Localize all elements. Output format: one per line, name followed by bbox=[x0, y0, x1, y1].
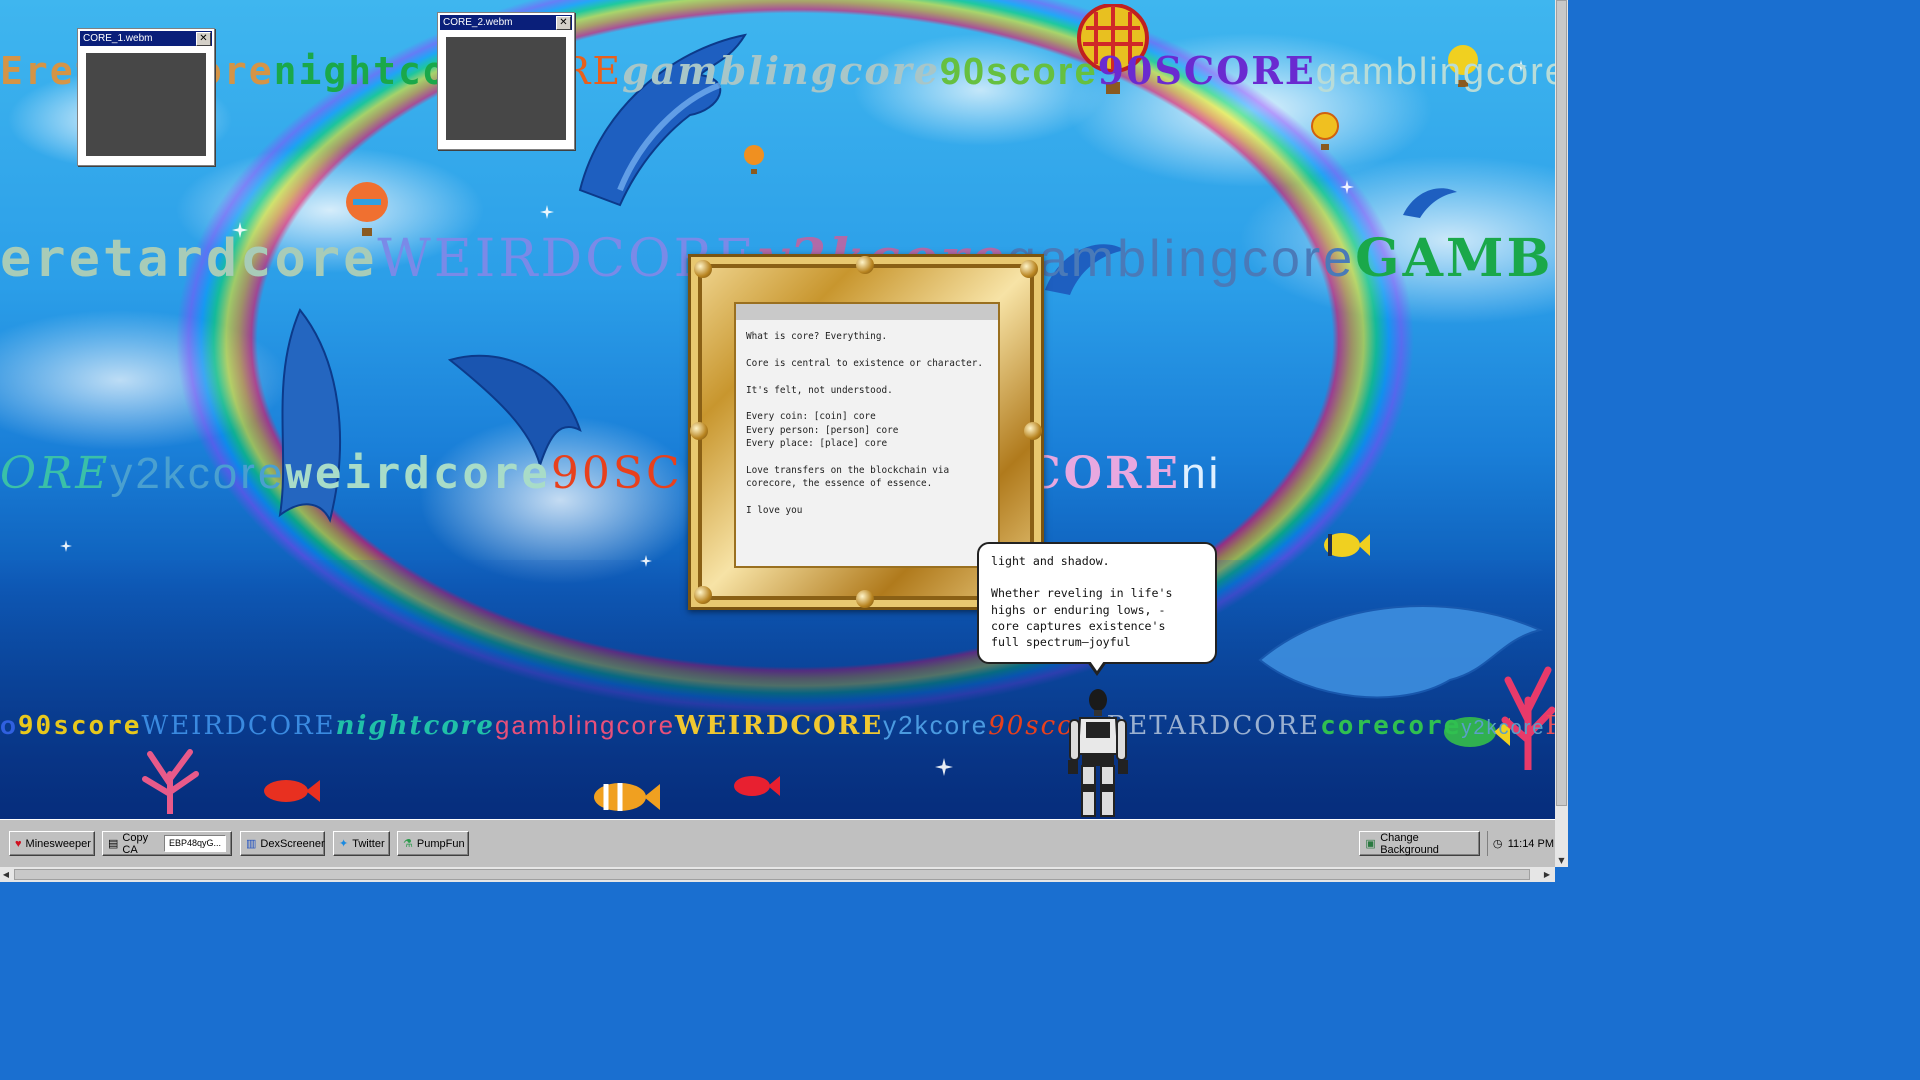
copy-ca-button[interactable]: ▤ Copy CA EBP48qyG... bbox=[102, 831, 232, 856]
core-word: eretardcore bbox=[0, 229, 378, 289]
bird-icon: ✦ bbox=[339, 837, 349, 850]
change-background-button[interactable]: ▣ Change Background bbox=[1359, 831, 1480, 856]
frame-text-panel: What is core? Everything. Core is centra… bbox=[734, 302, 1000, 568]
fish-image bbox=[734, 776, 780, 796]
twitter-button[interactable]: ✦ Twitter bbox=[333, 831, 390, 856]
system-tray: ◷ 11:14 PM bbox=[1486, 831, 1558, 856]
video-window-core1[interactable]: CORE_1.webm ✕ bbox=[77, 28, 215, 166]
core-word: corecore bbox=[1320, 711, 1462, 741]
coral-image bbox=[142, 749, 199, 814]
video-player[interactable] bbox=[86, 53, 206, 156]
frame-ornament bbox=[1020, 260, 1038, 278]
core-text-row-1: EretardcorenightcoreCOREgamblingcore90sc… bbox=[0, 48, 1555, 98]
scroll-right-arrow-icon[interactable]: ▶ bbox=[1541, 867, 1553, 882]
dexscreener-label: DexScreener bbox=[260, 837, 325, 850]
core-word: WEIRDCORE bbox=[141, 711, 336, 741]
scroll-down-arrow-icon[interactable]: ▼ bbox=[1555, 855, 1568, 867]
robot-character bbox=[1068, 689, 1128, 817]
core-word: GAMBLI bbox=[1355, 228, 1555, 289]
frame-panel-header bbox=[736, 304, 998, 320]
minesweeper-label: Minesweeper bbox=[25, 837, 91, 850]
pill-icon: ⚗ bbox=[403, 837, 413, 850]
copy-ca-label: Copy CA bbox=[122, 831, 149, 856]
fish-image bbox=[264, 780, 320, 802]
vertical-scrollbar[interactable]: ▼ bbox=[1555, 0, 1568, 867]
core-word: RET bbox=[1545, 711, 1555, 741]
fish-image bbox=[594, 783, 660, 811]
dexscreener-button[interactable]: ▥ DexScreener bbox=[240, 831, 325, 856]
horizontal-scroll-thumb[interactable] bbox=[14, 869, 1530, 880]
change-background-label: Change Background bbox=[1380, 831, 1439, 856]
twitter-label: Twitter bbox=[352, 837, 385, 850]
vertical-scroll-thumb[interactable] bbox=[1556, 0, 1567, 806]
document-icon: ▤ bbox=[108, 837, 119, 850]
video-player[interactable] bbox=[446, 37, 566, 140]
core-text-row-4: o90scoreWEIRDCOREnightcoregamblingcoreWE… bbox=[0, 710, 1555, 742]
hot-air-balloon-image bbox=[744, 145, 764, 174]
frame-ornament bbox=[856, 590, 874, 608]
sparkle bbox=[1340, 180, 1354, 194]
sparkle bbox=[60, 540, 72, 552]
speech-bubble-tail-fill bbox=[1090, 661, 1104, 671]
core-word: y2kcore bbox=[1461, 717, 1546, 739]
core-word: o bbox=[0, 710, 18, 740]
core-word: WEIRDCORE bbox=[675, 711, 884, 741]
fish-image bbox=[1324, 533, 1370, 557]
window-title: CORE_1.webm bbox=[83, 33, 153, 44]
speech-bubble: light and shadow. Whether reveling in li… bbox=[977, 542, 1217, 664]
frame-ornament bbox=[694, 586, 712, 604]
core-word: weirdcore bbox=[285, 448, 551, 499]
close-button[interactable]: ✕ bbox=[196, 32, 211, 46]
picture-icon: ▣ bbox=[1365, 837, 1376, 850]
core-word: ni bbox=[1181, 449, 1222, 498]
frame-ornament bbox=[694, 260, 712, 278]
pumpfun-button[interactable]: ⚗ PumpFun bbox=[397, 831, 469, 856]
chart-icon: ▥ bbox=[246, 837, 257, 850]
core-word: y2kcore bbox=[110, 449, 286, 498]
video-window-core2[interactable]: CORE_2.webm ✕ bbox=[437, 12, 575, 150]
frame-ornament bbox=[1024, 422, 1042, 440]
taskbar: ♥ Minesweeper ▤ Copy CA EBP48qyG... ▥ De… bbox=[0, 819, 1568, 867]
core-word: 90score bbox=[17, 711, 142, 741]
core-word: y2kcore bbox=[883, 710, 989, 740]
core-word: gamblingcore bbox=[494, 710, 676, 740]
frame-ornament bbox=[856, 256, 874, 274]
sparkle bbox=[540, 205, 554, 219]
core-word: gamblingcore bbox=[622, 48, 940, 93]
pumpfun-label: PumpFun bbox=[416, 837, 465, 850]
clock-time: 11:14 PM bbox=[1507, 837, 1554, 850]
hot-air-balloon-image bbox=[1311, 112, 1339, 150]
frame-ornament bbox=[690, 422, 708, 440]
dolphin-image bbox=[1403, 188, 1457, 218]
heart-icon: ♥ bbox=[15, 837, 22, 850]
core-word: RETARDCORE bbox=[1106, 711, 1321, 741]
core-word: gamblingcore bbox=[1006, 230, 1356, 288]
close-button[interactable]: ✕ bbox=[556, 16, 571, 30]
window-title: CORE_2.webm bbox=[443, 17, 513, 28]
minesweeper-button[interactable]: ♥ Minesweeper bbox=[9, 831, 95, 856]
core-word: gamblingcore bbox=[1315, 51, 1555, 93]
clock-icon: ◷ bbox=[1492, 837, 1503, 850]
window-titlebar[interactable]: CORE_1.webm ✕ bbox=[80, 31, 212, 46]
scroll-left-arrow-icon[interactable]: ◀ bbox=[0, 867, 12, 882]
core-word: 90SCORE bbox=[1097, 48, 1316, 93]
horizontal-scrollbar[interactable]: ◀ ▶ bbox=[0, 867, 1555, 882]
window-titlebar[interactable]: CORE_2.webm ✕ bbox=[440, 15, 572, 30]
core-manifesto-text: What is core? Everything. Core is centra… bbox=[746, 331, 984, 517]
contract-address-field[interactable]: EBP48qyG... bbox=[163, 835, 226, 852]
core-word: 90SC bbox=[550, 448, 683, 499]
core-word: nightcore bbox=[335, 711, 495, 741]
core-word: ORE bbox=[0, 448, 111, 499]
core-word: 90score bbox=[939, 51, 1098, 93]
